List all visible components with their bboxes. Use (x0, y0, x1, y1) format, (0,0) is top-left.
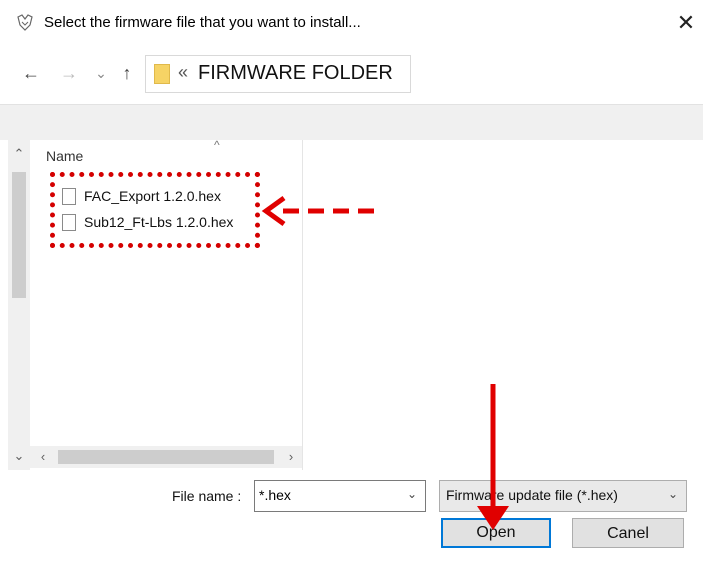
up-button[interactable]: ↑ (116, 62, 138, 84)
folder-icon (154, 64, 170, 84)
app-logo-icon (17, 14, 33, 31)
title-bar: Select the firmware file that you want t… (0, 0, 703, 44)
file-name-label: File name : (172, 488, 242, 504)
vertical-scroll-thumb[interactable] (12, 172, 26, 298)
scroll-up-icon[interactable]: ⌃ (8, 146, 30, 162)
close-button[interactable]: ✕ (670, 8, 702, 38)
pane-divider[interactable] (302, 140, 303, 470)
open-button[interactable]: Open (441, 518, 551, 548)
column-header-name[interactable]: Name (46, 148, 83, 164)
file-type-value: Firmware update file (*.hex) (446, 487, 618, 503)
breadcrumb-current-folder[interactable]: FIRMWARE FOLDER (198, 62, 393, 85)
command-toolbar (0, 104, 703, 141)
file-name-input[interactable] (259, 486, 399, 504)
chevron-down-icon[interactable]: ⌄ (407, 487, 417, 501)
scroll-left-icon[interactable]: ‹ (32, 449, 54, 464)
file-type-select[interactable]: Firmware update file (*.hex) ⌄ (439, 480, 687, 512)
horizontal-scroll-thumb[interactable] (58, 450, 274, 464)
back-button[interactable]: ← (20, 62, 42, 84)
cancel-button[interactable]: Canel (572, 518, 684, 548)
files-highlight-box (50, 172, 260, 248)
chevron-down-icon[interactable]: ⌄ (668, 487, 678, 501)
breadcrumb-separator: « (178, 62, 189, 82)
recent-locations-button[interactable]: ⌄ (90, 62, 112, 84)
address-bar[interactable]: « FIRMWARE FOLDER (145, 55, 411, 93)
sort-ascending-icon: ^ (214, 138, 220, 152)
forward-button[interactable]: → (58, 62, 80, 84)
dialog-title: Select the firmware file that you want t… (44, 14, 361, 31)
file-name-combobox[interactable]: ⌄ (254, 480, 426, 512)
scroll-down-icon[interactable]: ⌄ (8, 448, 30, 464)
scroll-right-icon[interactable]: › (280, 449, 302, 464)
file-open-dialog: Select the firmware file that you want t… (0, 0, 703, 566)
horizontal-scrollbar[interactable]: ‹ › (30, 446, 302, 468)
